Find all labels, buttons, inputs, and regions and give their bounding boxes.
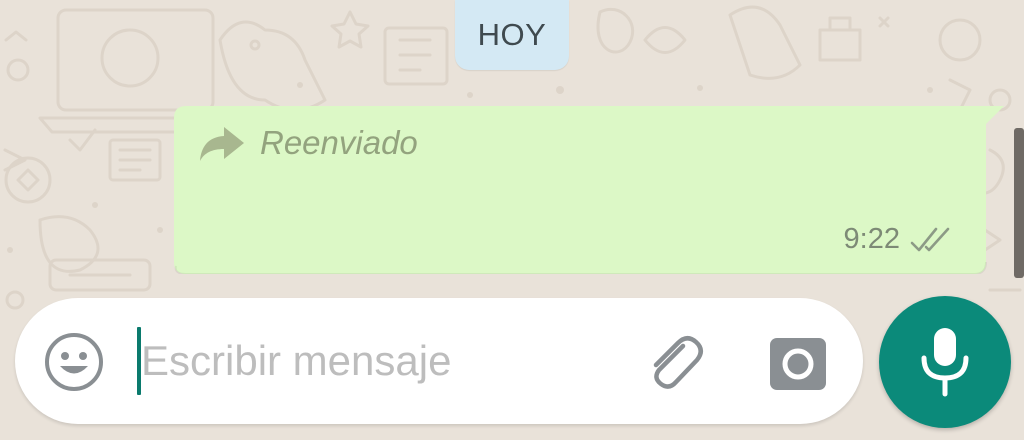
date-separator-label: HOY <box>477 17 547 52</box>
double-check-icon <box>910 227 950 251</box>
scrollbar-thumb[interactable] <box>1014 128 1024 278</box>
microphone-icon <box>921 328 969 397</box>
message-input[interactable] <box>141 324 611 398</box>
message-composer <box>15 298 863 424</box>
emoji-icon[interactable] <box>43 331 105 393</box>
message-time: 9:22 <box>843 223 900 255</box>
message-meta: 9:22 <box>844 223 954 256</box>
forwarded-label: Reenviado <box>260 124 418 161</box>
voice-record-button[interactable] <box>879 296 1011 428</box>
camera-icon[interactable] <box>767 332 829 394</box>
forwarded-indicator: Reenviado <box>198 123 418 163</box>
paperclip-icon[interactable] <box>639 328 709 398</box>
outgoing-message-bubble[interactable]: Reenviado 9:22 <box>174 106 1006 274</box>
forward-arrow-icon <box>200 127 244 161</box>
date-separator: HOY <box>455 0 569 70</box>
